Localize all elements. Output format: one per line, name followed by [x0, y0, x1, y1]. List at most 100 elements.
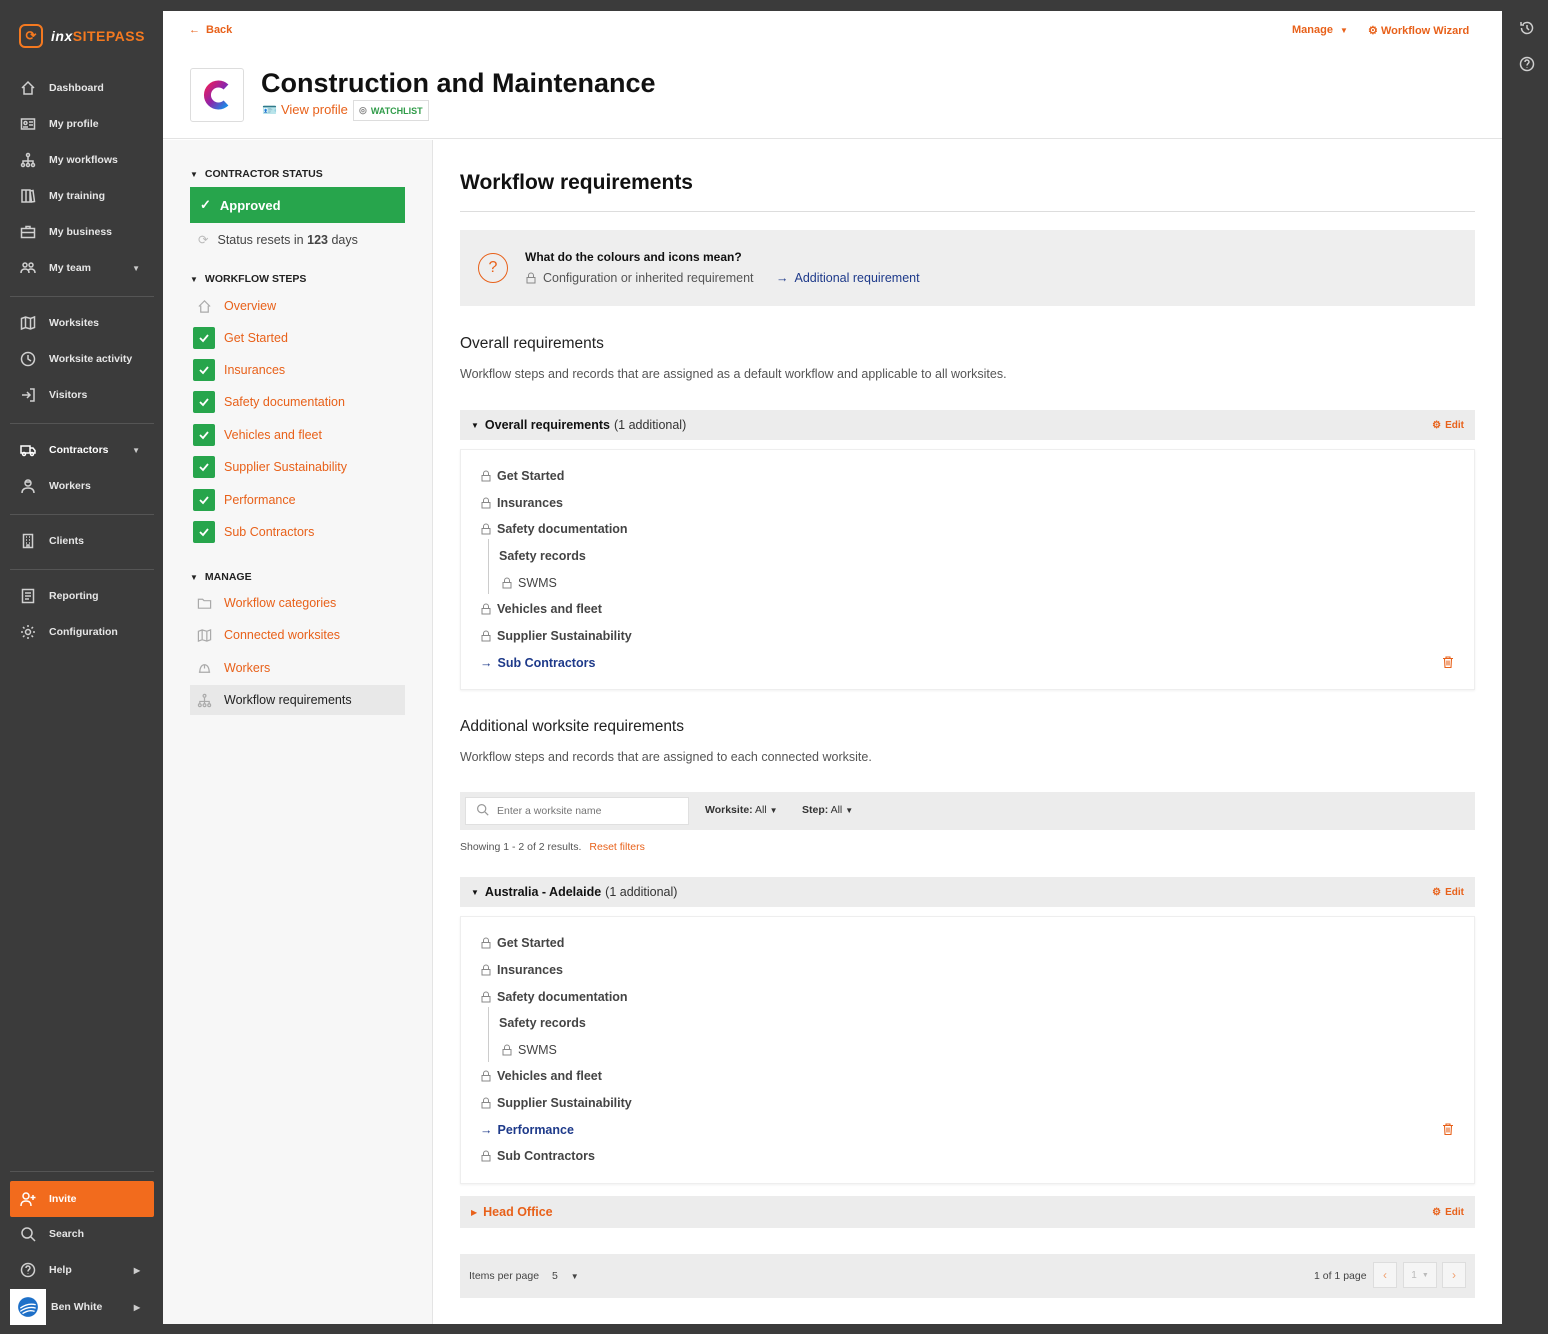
view-profile-link[interactable]: 🪪 View profile: [262, 102, 348, 117]
workflow-icon: [193, 689, 215, 711]
eye-icon: ◎: [359, 105, 367, 115]
lock-icon: [502, 577, 512, 589]
nav-worksites[interactable]: Worksites: [10, 308, 154, 338]
edit-button[interactable]: ⚙ Edit: [1432, 420, 1464, 431]
check-icon: [193, 391, 215, 413]
workflow-wizard-button[interactable]: ⚙ Workflow Wizard: [1368, 24, 1469, 37]
prev-page-button[interactable]: ‹: [1373, 1262, 1397, 1288]
nav-my-profile[interactable]: My profile: [10, 109, 154, 139]
divider: [10, 423, 154, 424]
worksite-search-field[interactable]: [465, 797, 689, 825]
nav-reporting[interactable]: Reporting: [10, 581, 154, 611]
nav-my-business[interactable]: My business: [10, 217, 154, 247]
step-supplier-sustainability[interactable]: Supplier Sustainability: [193, 454, 405, 480]
search-icon: [476, 803, 489, 819]
req-supplier-sustainability: Supplier Sustainability: [480, 1096, 632, 1110]
nav-my-training[interactable]: My training: [10, 181, 154, 211]
worksite-filter[interactable]: Worksite: All ▼: [705, 804, 778, 816]
nav-worksite-activity[interactable]: Worksite activity: [10, 344, 154, 374]
nav-user[interactable]: Ben White ▶: [10, 1289, 154, 1325]
step-overview[interactable]: Overview: [193, 293, 405, 319]
adelaide-accordion-header[interactable]: ▼ Australia - Adelaide (1 additional) ⚙ E…: [460, 877, 1475, 907]
step-performance[interactable]: Performance: [193, 487, 405, 513]
building-icon: [19, 532, 37, 550]
nav-label: Search: [49, 1228, 85, 1240]
edit-label: Edit: [1445, 886, 1464, 898]
section-title: WORKFLOW STEPS: [204, 273, 307, 285]
nav-visitors[interactable]: Visitors: [10, 380, 154, 410]
arrow-right-icon: →: [480, 656, 493, 670]
req-label: Vehicles and fleet: [497, 602, 602, 616]
page-select[interactable]: 1 ▼: [1403, 1262, 1437, 1288]
lock-icon: [481, 497, 491, 509]
nav-workers[interactable]: Workers: [10, 471, 154, 501]
manage-workflow-categories[interactable]: Workflow categories: [193, 590, 405, 616]
tree-line: [488, 1007, 489, 1062]
req-label: Sub Contractors: [497, 1149, 595, 1163]
manage-dropdown[interactable]: Manage ▼: [1292, 24, 1348, 36]
step-get-started[interactable]: Get Started: [193, 325, 405, 351]
resets-prefix: Status resets in: [217, 232, 304, 247]
page-header: ← Back Manage ▼ ⚙ Workflow Wizard Constru…: [163, 11, 1502, 139]
step-vehicles-and-fleet[interactable]: Vehicles and fleet: [193, 422, 405, 448]
nav-label: My training: [49, 190, 106, 202]
worksite-search-input[interactable]: [497, 805, 677, 817]
edit-button[interactable]: ⚙ Edit: [1432, 887, 1464, 898]
step-safety-documentation[interactable]: Safety documentation: [193, 389, 405, 415]
step-sub-contractors[interactable]: Sub Contractors: [193, 519, 405, 545]
manage-connected-worksites[interactable]: Connected worksites: [193, 622, 405, 648]
nav-clients[interactable]: Clients: [10, 526, 154, 556]
nav-dashboard[interactable]: Dashboard: [10, 73, 154, 103]
watchlist-badge[interactable]: ◎ WATCHLIST: [353, 100, 429, 121]
accordion-extra: (1 additional): [605, 885, 678, 899]
overall-accordion-header[interactable]: ▼ Overall requirements (1 additional) ⚙ E…: [460, 410, 1475, 440]
contractor-status-header[interactable]: ▼ CONTRACTOR STATUS: [190, 168, 323, 180]
caret-down-icon: ▼: [471, 420, 479, 430]
caret-down-icon: ▼: [1340, 26, 1348, 35]
section-title: Workflow requirements: [460, 171, 693, 194]
history-icon[interactable]: [1519, 20, 1537, 38]
req-label: Safety records: [499, 1016, 586, 1030]
sign-in-icon: [19, 386, 37, 404]
step-insurances[interactable]: Insurances: [193, 357, 405, 383]
nav-contractors[interactable]: Contractors ▼: [10, 435, 154, 465]
nav-my-workflows[interactable]: My workflows: [10, 145, 154, 175]
home-icon: [193, 295, 215, 317]
folder-icon: [193, 592, 215, 614]
next-page-button[interactable]: ›: [1442, 1262, 1466, 1288]
brand-logo[interactable]: ⟳ inxSITEPASS: [19, 24, 145, 48]
step-filter[interactable]: Step: All ▼: [802, 804, 853, 816]
caret-down-icon: ▼: [769, 806, 778, 815]
manage-workers[interactable]: Workers: [193, 655, 405, 681]
trash-icon[interactable]: [1441, 655, 1455, 669]
req-swms: SWMS: [501, 576, 557, 590]
nav-my-team[interactable]: My team ▼: [10, 253, 154, 283]
back-link[interactable]: ← Back: [189, 24, 232, 36]
caret-down-icon: ▼: [1421, 1271, 1429, 1279]
status-resets: ⟳ Status resets in 123 days: [198, 232, 358, 248]
manage-label: Workflow requirements: [224, 693, 352, 707]
edit-label: Edit: [1445, 1206, 1464, 1218]
items-per-page-select[interactable]: 5 ▼: [552, 1270, 579, 1282]
edit-button[interactable]: ⚙ Edit: [1432, 1207, 1464, 1218]
hardhat-icon: [193, 657, 215, 679]
req-get-started: Get Started: [480, 469, 564, 483]
manage-workflow-requirements[interactable]: Workflow requirements: [190, 685, 405, 715]
nav-label: Dashboard: [49, 82, 104, 94]
invite-button[interactable]: Invite: [10, 1181, 154, 1217]
head-office-accordion-header[interactable]: ▶ Head Office ⚙ Edit: [460, 1196, 1475, 1228]
req-safety-records: Safety records: [499, 549, 586, 563]
help-icon[interactable]: [1519, 56, 1537, 74]
req-label: Safety documentation: [497, 522, 628, 536]
workflow-steps-header[interactable]: ▼ WORKFLOW STEPS: [190, 273, 306, 285]
accordion-extra: (1 additional): [613, 418, 687, 432]
company-logo-image: [204, 80, 229, 110]
trash-icon[interactable]: [1441, 1122, 1455, 1136]
nav-search[interactable]: Search: [10, 1219, 154, 1249]
manage-label: Workflow categories: [224, 596, 337, 610]
nav-configuration[interactable]: Configuration: [10, 617, 154, 647]
nav-help[interactable]: Help ▶: [10, 1255, 154, 1285]
step-label: Sub Contractors: [224, 525, 315, 539]
reset-filters-link[interactable]: Reset filters: [589, 841, 644, 853]
manage-header[interactable]: ▼ MANAGE: [190, 571, 252, 583]
